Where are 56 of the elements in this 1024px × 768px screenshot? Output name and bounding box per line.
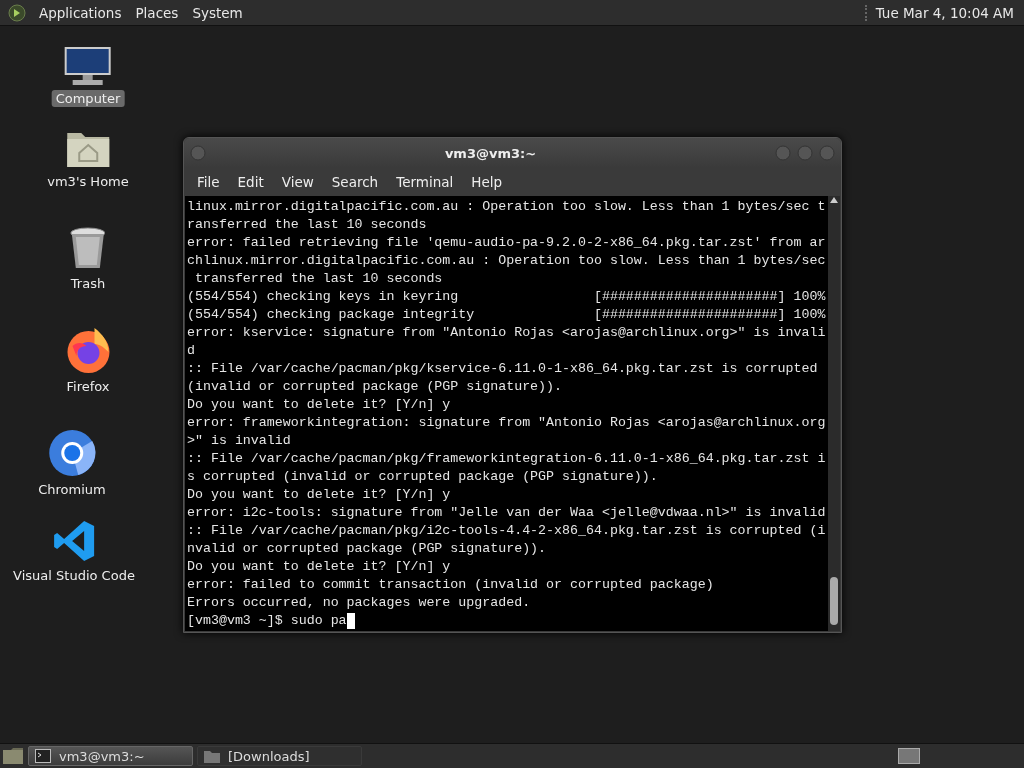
taskbar-button[interactable]: [Downloads] <box>197 746 362 766</box>
folder-icon <box>204 749 220 763</box>
desktop-icon-label[interactable]: Visual Studio Code <box>9 567 139 584</box>
menu-item[interactable]: Search <box>322 174 388 190</box>
desktop-icon-label[interactable]: Computer <box>51 90 125 107</box>
show-desktop-icon[interactable] <box>2 747 24 765</box>
vscode-icon <box>52 519 96 563</box>
terminal-line: (554/554) checking package integrity [######################] 100% <box>187 306 827 324</box>
scrollbar-thumb[interactable] <box>830 577 838 625</box>
menu-item[interactable]: Help <box>462 174 512 190</box>
app-launcher-icon[interactable] <box>8 3 26 22</box>
terminal-line: Do you want to delete it? [Y/n] y <box>187 558 452 576</box>
terminal-line: (invalid or corrupted package (PGP signature)). <box>187 378 564 396</box>
trash-icon <box>69 227 107 271</box>
scroll-up-icon[interactable] <box>830 196 838 204</box>
clock[interactable]: Tue Mar 4, 10:04 AM <box>875 4 1014 21</box>
menu-item[interactable]: Edit <box>228 174 273 190</box>
terminal-line: (554/554) checking keys in keyring [######################] 100% <box>187 288 827 306</box>
menu-item[interactable]: View <box>272 174 323 190</box>
scrollbar[interactable] <box>828 196 840 631</box>
window-title: vm3@vm3:~ <box>443 145 538 161</box>
terminal-line: chlinux.mirror.digitalpacific.com.au : Operation too slow. Less than 1 bytes/sec <box>187 252 827 270</box>
terminal-line: Do you want to delete it? [Y/n] y <box>187 396 452 414</box>
terminal-line: >" is invalid <box>187 432 292 450</box>
desktop-icon-label[interactable]: Chromium <box>34 481 110 498</box>
terminal-line: :: File /var/cache/pacman/pkg/i2c-tools-4.4-2-x86_64.pkg.tar.zst is corrupted (i <box>187 522 827 540</box>
terminal-line: ransferred the last 10 seconds <box>187 216 428 234</box>
terminal-line: transferred the last 10 seconds <box>193 270 444 288</box>
terminal-line: error: failed to commit transaction (invalid or corrupted package) <box>187 576 715 594</box>
terminal-line: s corrupted (invalid or corrupted package (PGP signature)). <box>187 468 659 486</box>
workspace-switcher[interactable] <box>898 748 920 764</box>
terminal-line: Do you want to delete it? [Y/n] y <box>187 486 452 504</box>
terminal-line: :: File /var/cache/pacman/pkg/frameworkintegration-6.11.0-1-x86_64.pkg.tar.zst i <box>187 450 827 468</box>
terminal-line: error: frameworkintegration: signature from "Antonio Rojas <arojas@archlinux.org <box>187 414 827 432</box>
menu-item[interactable]: Terminal <box>387 174 463 190</box>
terminal-line: Errors occurred, no packages were upgraded. <box>187 594 532 612</box>
panel-menu[interactable]: Places <box>128 4 186 21</box>
terminal-line: error: i2c-tools: signature from "Jelle van der Waa <jelle@vdwaa.nl>" is invalid <box>187 504 827 522</box>
terminal-line: error: failed retrieving file 'qemu-audio-pa-9.2.0-2-x86_64.pkg.tar.zst' from ar <box>187 234 827 252</box>
panel-menu[interactable]: Applications <box>32 4 129 21</box>
terminal-prompt[interactable]: [vm3@vm3 ~]$ sudo pa <box>187 612 347 630</box>
desktop-icon-label[interactable]: Trash <box>66 275 110 292</box>
terminal-icon <box>35 749 51 763</box>
menu-item[interactable]: File <box>188 174 229 190</box>
desktop-icon-label[interactable]: Firefox <box>62 378 114 395</box>
monitor-icon <box>63 46 113 86</box>
terminal-line: error: kservice: signature from "Antonio Rojas <arojas@archlinux.org>" is invali <box>187 324 827 342</box>
chromium-icon <box>48 429 96 477</box>
panel-menu[interactable]: System <box>185 4 250 21</box>
desktop-icon-label[interactable]: vm3's Home <box>43 173 133 190</box>
text-cursor <box>346 613 355 629</box>
terminal-line: d <box>187 342 196 360</box>
taskbar-button[interactable]: vm3@vm3:~ <box>28 746 193 766</box>
terminal-line: :: File /var/cache/pacman/pkg/kservice-6.11.0-1-x86_64.pkg.tar.zst is corrupted <box>187 360 819 378</box>
terminal-line: nvalid or corrupted package (PGP signature)). <box>187 540 548 558</box>
terminal-line: linux.mirror.digitalpacific.com.au : Operation too slow. Less than 1 bytes/sec t <box>187 198 827 216</box>
